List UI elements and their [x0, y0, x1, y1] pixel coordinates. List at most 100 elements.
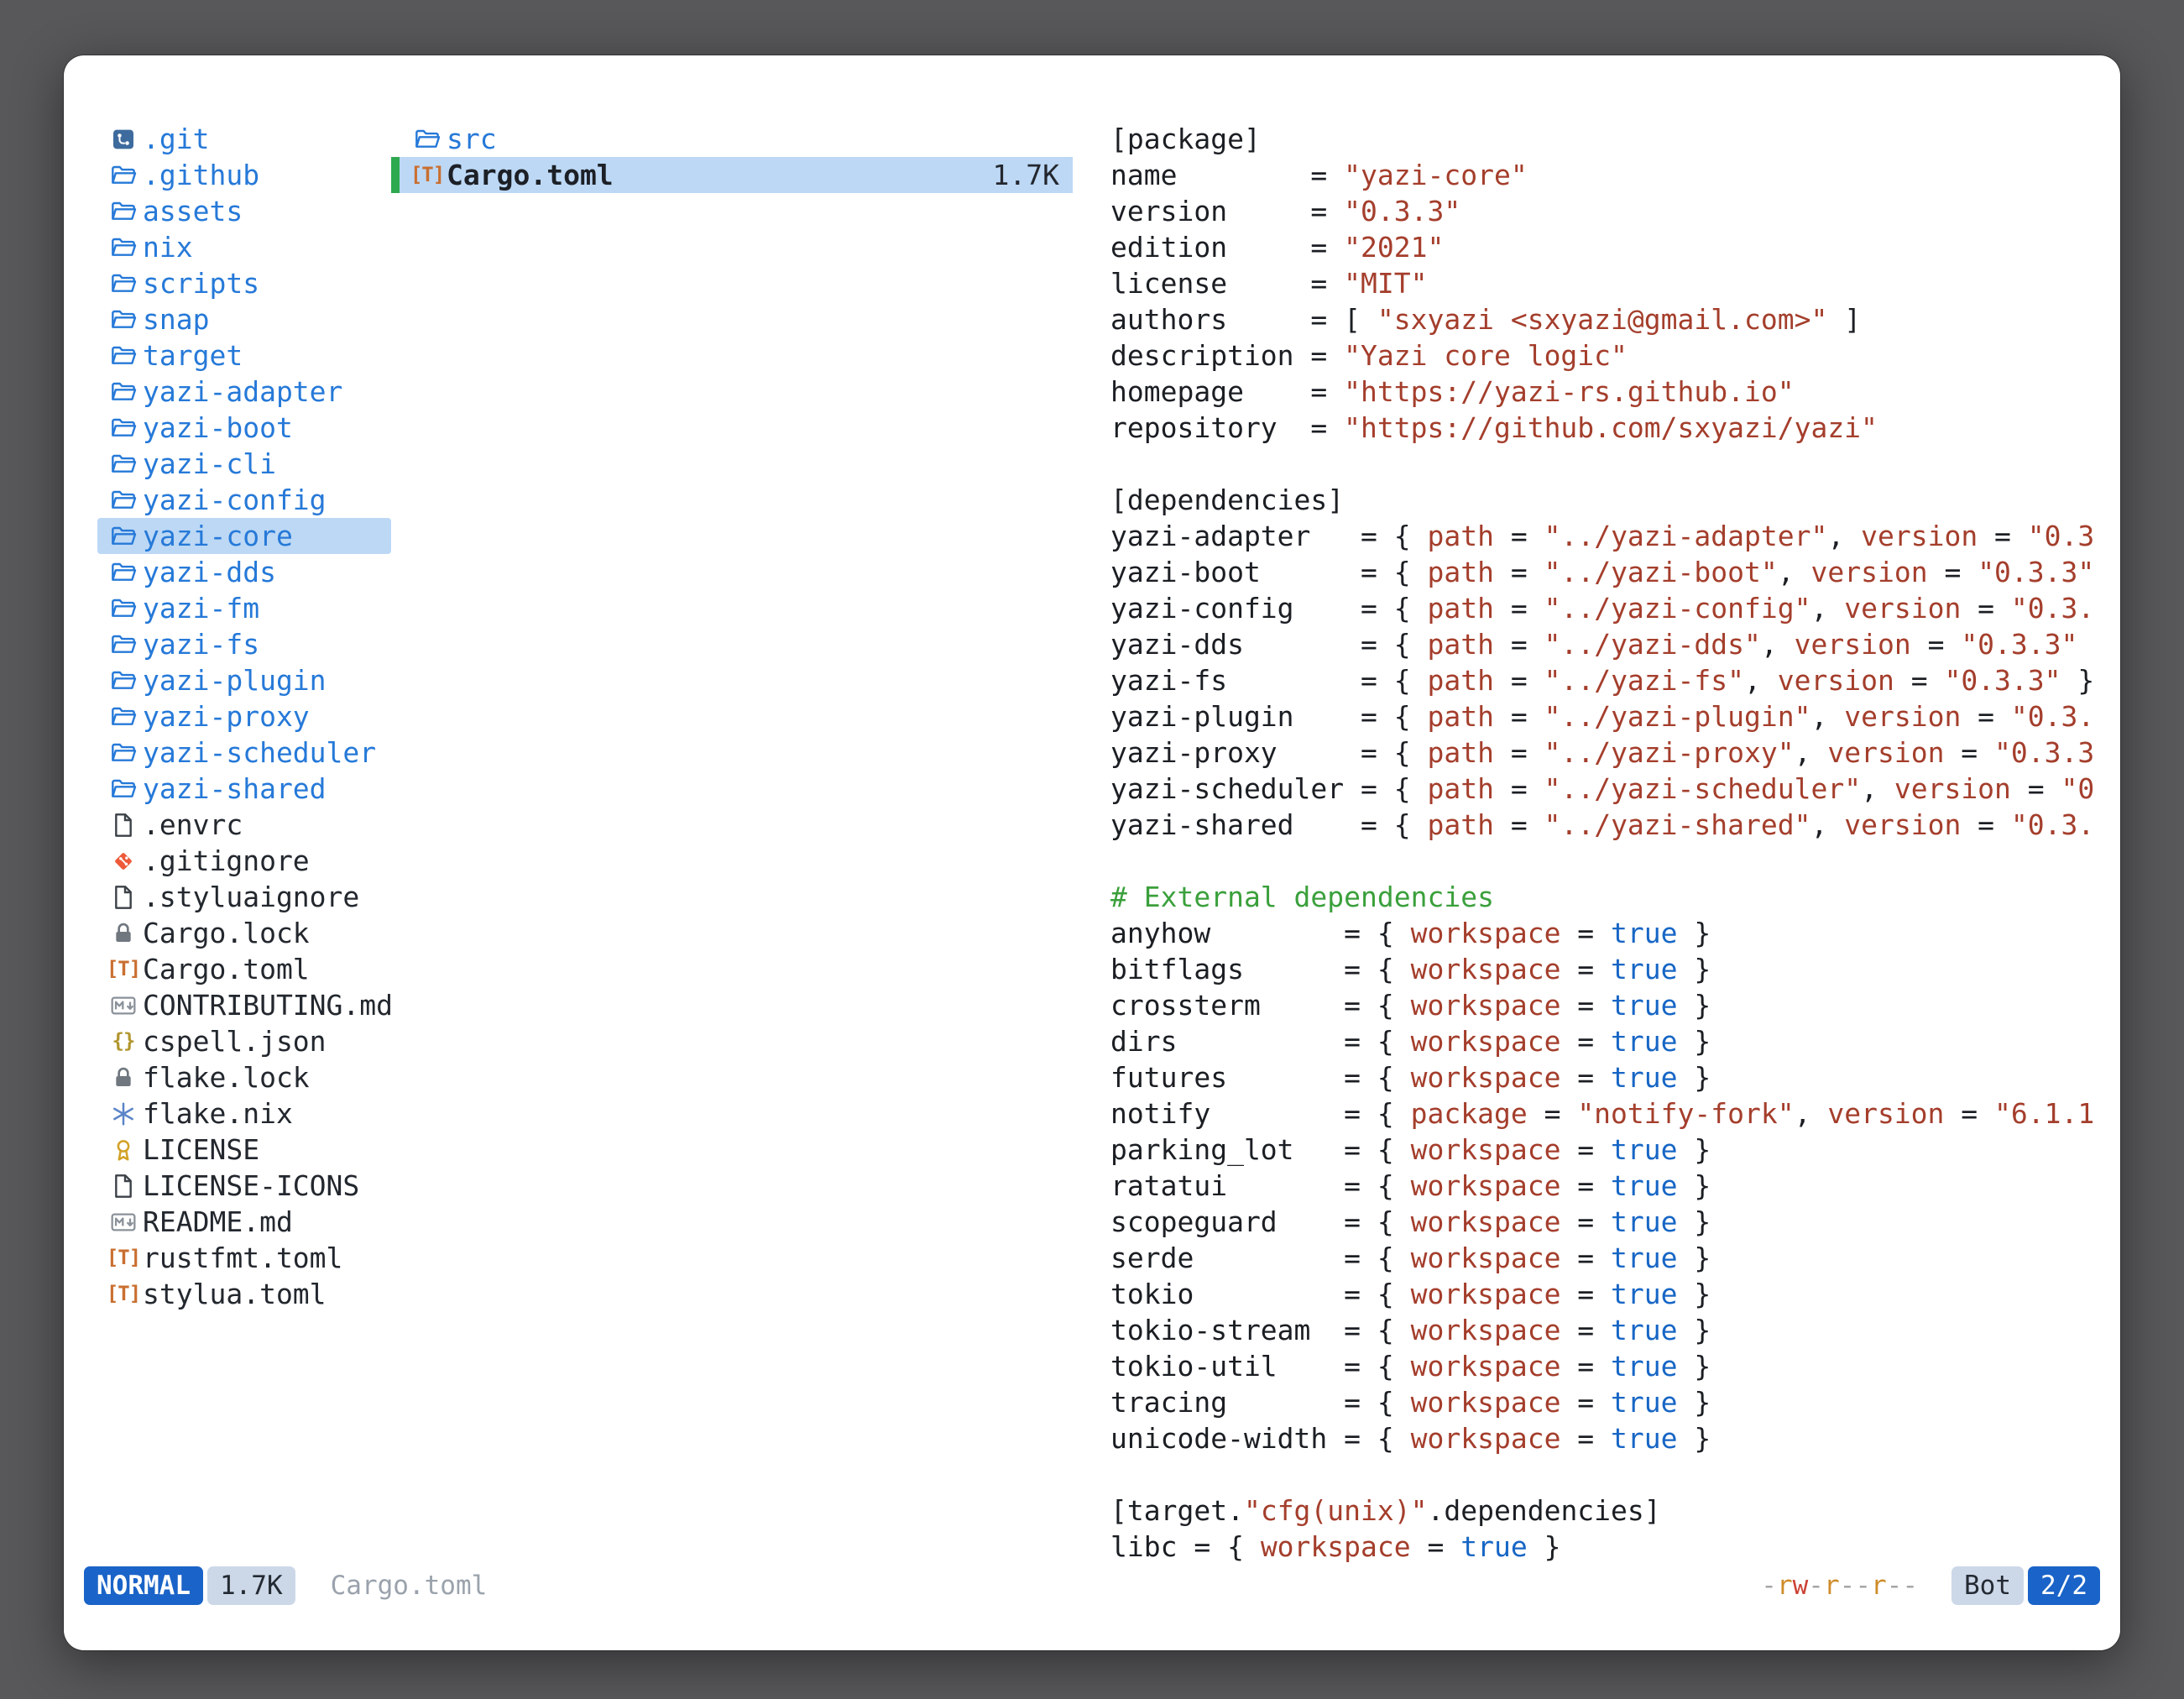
preview-line: license = "MIT" — [1110, 265, 2103, 301]
preview-pane[interactable]: [package]name = "yazi-core"version = "0.… — [1110, 121, 2103, 1565]
file-row[interactable]: .github — [97, 157, 391, 193]
preview-line: ratatui = { workspace = true } — [1110, 1168, 2103, 1204]
file-row[interactable]: snap — [97, 301, 391, 337]
yazi-window: .git .github assets nix scripts snap tar… — [64, 55, 2120, 1650]
preview-line: authors = [ "sxyazi <sxyazi@gmail.com>" … — [1110, 301, 2103, 337]
file-row[interactable]: src — [391, 121, 1073, 157]
toml-icon: [T] — [104, 1240, 143, 1276]
position-badge: Bot — [1951, 1566, 2024, 1605]
file-row[interactable]: [T] rustfmt.toml — [97, 1240, 391, 1276]
folder-icon — [104, 482, 143, 518]
file-row[interactable]: yazi-config — [97, 482, 391, 518]
file-name: .styluaignore — [143, 879, 359, 915]
file-row[interactable]: yazi-shared — [97, 771, 391, 807]
file-row[interactable]: yazi-dds — [97, 554, 391, 590]
file-row[interactable]: Cargo.lock — [97, 915, 391, 951]
file-row[interactable]: yazi-plugin — [97, 662, 391, 698]
file-name: yazi-cli — [143, 446, 276, 482]
file-row[interactable]: flake.nix — [97, 1095, 391, 1132]
file-row[interactable]: flake.lock — [97, 1059, 391, 1095]
folder-icon — [104, 374, 143, 410]
file-name: src — [447, 121, 497, 157]
file-row[interactable]: .git — [97, 121, 391, 157]
file-name: target — [143, 337, 243, 374]
file-name: Cargo.toml — [447, 157, 614, 193]
file-row[interactable]: README.md — [97, 1204, 391, 1240]
file-icon — [104, 879, 143, 915]
file-row[interactable]: [T] stylua.toml — [97, 1276, 391, 1312]
license-icon — [104, 1132, 143, 1168]
file-row[interactable]: {} cspell.json — [97, 1023, 391, 1059]
file-row[interactable]: yazi-adapter — [97, 374, 391, 410]
file-row[interactable]: assets — [97, 193, 391, 229]
preview-line: yazi-proxy = { path = "../yazi-proxy", v… — [1110, 734, 2103, 771]
file-row[interactable]: LICENSE — [97, 1132, 391, 1168]
file-row[interactable]: CONTRIBUTING.md — [97, 987, 391, 1023]
git-folder-icon — [104, 121, 143, 157]
preview-line: serde = { workspace = true } — [1110, 1240, 2103, 1276]
folder-icon — [104, 626, 143, 662]
preview-line: tokio-stream = { workspace = true } — [1110, 1312, 2103, 1348]
folder-icon — [104, 771, 143, 807]
toml-icon: [T] — [104, 1276, 143, 1312]
file-row[interactable]: .gitignore — [97, 843, 391, 879]
file-row[interactable]: .envrc — [97, 807, 391, 843]
file-icon — [104, 1168, 143, 1204]
preview-line: homepage = "https://yazi-rs.github.io" — [1110, 374, 2103, 410]
file-row[interactable]: yazi-fm — [97, 590, 391, 626]
preview-line: repository = "https://github.com/sxyazi/… — [1110, 410, 2103, 446]
file-row[interactable]: yazi-core — [97, 518, 391, 554]
preview-line: scopeguard = { workspace = true } — [1110, 1204, 2103, 1240]
preview-line: version = "0.3.3" — [1110, 193, 2103, 229]
file-name: cspell.json — [143, 1023, 327, 1059]
lock-icon — [104, 1059, 143, 1095]
folder-icon — [104, 518, 143, 554]
file-name: README.md — [143, 1204, 293, 1240]
file-row[interactable]: [T] Cargo.toml 1.7K — [391, 157, 1073, 193]
file-row[interactable]: yazi-boot — [97, 410, 391, 446]
panes-container: .git .github assets nix scripts snap tar… — [97, 121, 2103, 1570]
file-row[interactable]: target — [97, 337, 391, 374]
file-name: stylua.toml — [143, 1276, 327, 1312]
current-pane: src [T] Cargo.toml 1.7K — [391, 121, 1073, 193]
file-row[interactable]: nix — [97, 229, 391, 265]
file-row[interactable]: yazi-cli — [97, 446, 391, 482]
file-row[interactable]: scripts — [97, 265, 391, 301]
file-name: flake.lock — [143, 1059, 310, 1095]
file-name: flake.nix — [143, 1095, 293, 1132]
preview-line: [target."cfg(unix)".dependencies] — [1110, 1493, 2103, 1529]
preview-line: edition = "2021" — [1110, 229, 2103, 265]
file-name: .gitignore — [143, 843, 310, 879]
file-row[interactable]: LICENSE-ICONS — [97, 1168, 391, 1204]
preview-line: yazi-scheduler = { path = "../yazi-sched… — [1110, 771, 2103, 807]
file-icon — [104, 807, 143, 843]
file-row[interactable]: yazi-proxy — [97, 698, 391, 734]
folder-icon — [104, 157, 143, 193]
preview-line: yazi-adapter = { path = "../yazi-adapter… — [1110, 518, 2103, 554]
preview-line: [package] — [1110, 121, 2103, 157]
git-icon — [104, 843, 143, 879]
preview-line: yazi-dds = { path = "../yazi-dds", versi… — [1110, 626, 2103, 662]
preview-line: description = "Yazi core logic" — [1110, 337, 2103, 374]
file-name: snap — [143, 301, 209, 337]
folder-icon — [104, 301, 143, 337]
toml-icon: [T] — [408, 157, 447, 193]
file-name: .github — [143, 157, 259, 193]
status-filename: Cargo.toml — [331, 1571, 488, 1601]
file-name: Cargo.toml — [143, 951, 310, 987]
preview-line: tokio-util = { workspace = true } — [1110, 1348, 2103, 1384]
permissions-text: -rw-r--r-- — [1761, 1571, 1918, 1601]
markdown-icon — [104, 987, 143, 1023]
file-row[interactable]: yazi-scheduler — [97, 734, 391, 771]
file-row[interactable]: [T] Cargo.toml — [97, 951, 391, 987]
file-name: CONTRIBUTING.md — [143, 987, 393, 1023]
preview-line: name = "yazi-core" — [1110, 157, 2103, 193]
file-row[interactable]: yazi-fs — [97, 626, 391, 662]
folder-icon — [104, 662, 143, 698]
folder-icon — [104, 554, 143, 590]
parent-pane: .git .github assets nix scripts snap tar… — [97, 121, 391, 1312]
preview-line: yazi-plugin = { path = "../yazi-plugin",… — [1110, 698, 2103, 734]
file-row[interactable]: .styluaignore — [97, 879, 391, 915]
file-name: yazi-boot — [143, 410, 293, 446]
json-icon: {} — [104, 1023, 143, 1059]
